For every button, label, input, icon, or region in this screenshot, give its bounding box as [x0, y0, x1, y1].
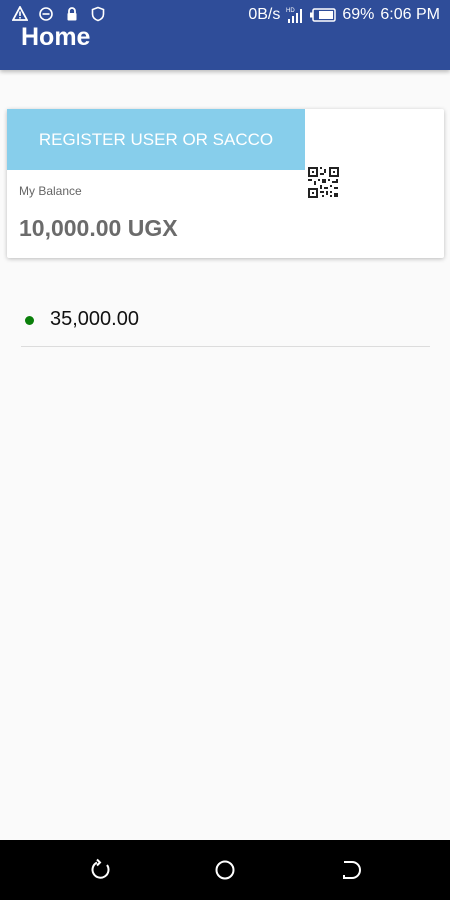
navigation-bar — [0, 840, 450, 900]
balance-card: REGISTER USER OR SACCO My Balance 10,000 — [7, 109, 444, 258]
app-bar: 0B/s HD 69% 6:06 PM Home — [0, 0, 450, 70]
balance-value: 10,000.00 UGX — [19, 215, 178, 241]
status-left-icons — [12, 6, 106, 22]
clock: 6:06 PM — [380, 6, 440, 23]
warning-icon — [12, 6, 28, 21]
battery-percent: 69% — [342, 6, 375, 23]
home-icon[interactable] — [213, 858, 237, 882]
back-icon[interactable] — [338, 858, 362, 882]
page-title: Home — [21, 23, 91, 51]
qr-code-icon[interactable] — [307, 166, 340, 199]
status-dot — [25, 316, 34, 325]
recent-apps-icon[interactable] — [89, 858, 113, 882]
transaction-amount: 35,000.00 — [50, 308, 139, 330]
signal-hd-label: HD — [286, 8, 295, 14]
shield-icon — [91, 6, 105, 22]
signal-icon: HD — [286, 8, 303, 23]
battery-icon — [310, 8, 337, 22]
balance-label: My Balance — [19, 184, 82, 198]
list-item[interactable]: 35,000.00 — [21, 300, 430, 347]
do-not-disturb-icon — [39, 7, 53, 21]
status-right-info: 0B/s HD 69% 6:06 PM — [248, 5, 440, 25]
register-user-or-sacco-button[interactable]: REGISTER USER OR SACCO — [7, 109, 305, 170]
lock-icon — [67, 7, 77, 21]
network-speed: 0B/s — [248, 6, 281, 23]
